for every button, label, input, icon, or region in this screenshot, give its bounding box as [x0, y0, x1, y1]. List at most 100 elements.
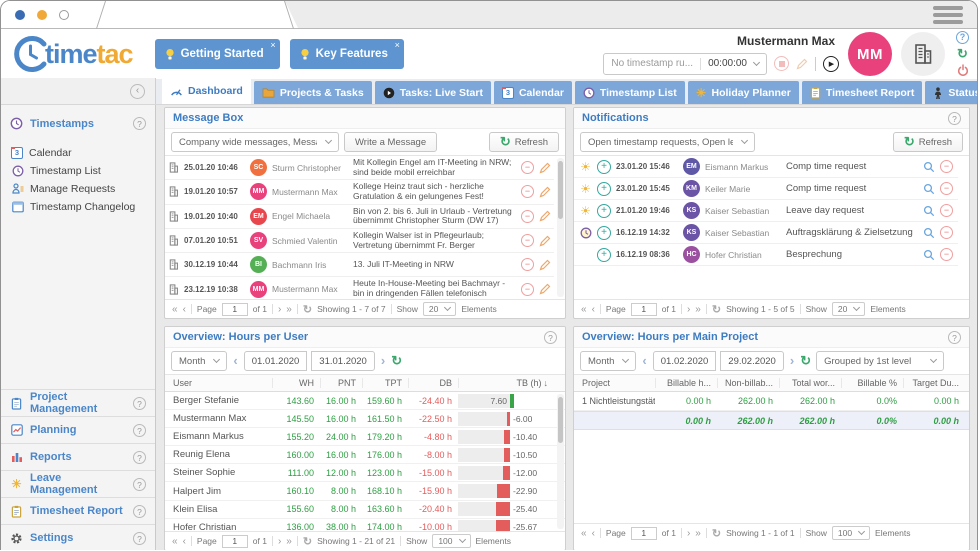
column-wh[interactable]: WH	[272, 378, 320, 388]
table-row[interactable]: Reunig Elena 160.00 16.00 h 176.00 h -8.…	[165, 446, 565, 464]
collapse-sidebar-icon[interactable]: ‹	[130, 84, 145, 99]
company-account-button[interactable]	[901, 32, 945, 76]
tab-calendar[interactable]: 3 Calendar	[494, 81, 572, 104]
dismiss-notification-icon[interactable]: −	[940, 226, 953, 239]
table-row[interactable]: Mustermann Max 145.50 16.00 h 161.50 h -…	[165, 410, 565, 428]
page-size-select[interactable]: 20	[423, 302, 456, 316]
message-row[interactable]: 30.12.19 10:44 BI Bachmann Iris 13. Juli…	[165, 253, 554, 277]
prev-page-icon[interactable]: ‹	[592, 304, 595, 315]
help-icon[interactable]: ?	[133, 505, 146, 518]
close-icon[interactable]: ×	[270, 40, 275, 50]
sidebar-item-manage-requests[interactable]: Manage Requests	[11, 180, 155, 197]
delete-message-icon[interactable]: −	[521, 185, 534, 198]
date-from[interactable]: 01.02.2020	[653, 351, 717, 371]
help-icon[interactable]: ?	[133, 532, 146, 545]
help-icon[interactable]: ?	[133, 478, 146, 491]
delete-message-icon[interactable]: −	[521, 161, 534, 174]
notification-row[interactable]: + 16.12.19 14:32 KS Kaiser Sebastian Auf…	[574, 222, 958, 244]
last-page-icon[interactable]: »	[695, 304, 701, 315]
date-to[interactable]: 29.02.2020	[720, 351, 784, 371]
period-mode-select[interactable]: Month	[580, 351, 636, 371]
sidebar-section-timestamps[interactable]: Timestamps ?	[1, 110, 155, 137]
column-db[interactable]: DB	[408, 378, 458, 388]
table-row[interactable]: Halpert Jim 160.10 8.00 h 168.10 h -15.9…	[165, 482, 565, 500]
user-avatar[interactable]: MM	[848, 32, 892, 76]
view-request-icon[interactable]	[923, 205, 935, 217]
page-size-select[interactable]: 100	[832, 526, 870, 540]
view-request-icon[interactable]	[923, 161, 935, 173]
refresh-icon[interactable]: ↻	[303, 303, 312, 316]
page-size-select[interactable]: 100	[432, 534, 470, 548]
edit-message-icon[interactable]	[539, 259, 551, 271]
column-total-worked[interactable]: Total wor...	[779, 378, 841, 388]
page-input[interactable]	[222, 303, 248, 316]
refresh-icon[interactable]: ↻	[712, 303, 721, 316]
notification-row[interactable]: ☀ + 21.01.20 19:46 KS Kaiser Sebastian L…	[574, 200, 958, 222]
delete-message-icon[interactable]: −	[521, 258, 534, 271]
message-row[interactable]: 25.01.20 10:46 SC Sturm Christopher Mit …	[165, 156, 554, 180]
delete-message-icon[interactable]: −	[521, 234, 534, 247]
delete-message-icon[interactable]: −	[521, 283, 534, 296]
refresh-button[interactable]: ↻Refresh	[489, 132, 559, 152]
message-row[interactable]: 23.12.19 10:38 MM Mustermann Max Heute I…	[165, 277, 554, 299]
help-icon[interactable]: ?	[956, 31, 969, 44]
edit-message-icon[interactable]	[539, 186, 551, 198]
refresh-icon[interactable]: ↻	[712, 527, 721, 540]
prev-period-icon[interactable]: ‹	[641, 352, 647, 370]
sidebar-section-project-management[interactable]: Project Management ?	[1, 389, 155, 416]
dismiss-notification-icon[interactable]: −	[940, 204, 953, 217]
hamburger-menu-icon[interactable]	[933, 6, 963, 24]
date-to[interactable]: 31.01.2020	[311, 351, 375, 371]
column-tpt[interactable]: TPT	[362, 378, 408, 388]
sidebar-section-planning[interactable]: Planning ?	[1, 416, 155, 443]
prev-period-icon[interactable]: ‹	[232, 352, 238, 370]
start-timestamp-icon[interactable]: ▶	[823, 56, 839, 72]
power-icon[interactable]	[957, 64, 969, 77]
edit-timestamp-icon[interactable]	[796, 58, 808, 70]
write-message-button[interactable]: Write a Message	[344, 132, 437, 152]
sidebar-item-timestamp-list[interactable]: Timestamp List	[11, 162, 155, 179]
timestamp-widget[interactable]: No timestamp ru... 00:00:00	[603, 53, 767, 75]
notification-row[interactable]: + 16.12.19 08:36 HC Hofer Christian Besp…	[574, 244, 958, 266]
refresh-button[interactable]: ↻Refresh	[893, 132, 963, 152]
notification-row[interactable]: ☀ + 23.01.20 15:45 KM Keiler Marie Comp …	[574, 178, 958, 200]
scrollbar[interactable]	[557, 394, 564, 529]
window-dot-blue-icon[interactable]	[15, 10, 25, 20]
next-page-icon[interactable]: ›	[687, 528, 690, 539]
message-row[interactable]: 19.01.20 10:40 EM Engel Michaela Bin von…	[165, 205, 554, 229]
table-row[interactable]: Eismann Markus 155.20 24.00 h 179.20 h -…	[165, 428, 565, 446]
message-filter-select[interactable]: Company wide messages, Message:	[171, 132, 339, 152]
view-request-icon[interactable]	[923, 183, 935, 195]
edit-message-icon[interactable]	[539, 283, 551, 295]
refresh-icon[interactable]: ↻	[391, 355, 402, 367]
plus-circle-icon[interactable]: +	[597, 182, 611, 196]
prev-page-icon[interactable]: ‹	[183, 304, 186, 315]
page-size-select[interactable]: 20	[832, 302, 865, 316]
date-from[interactable]: 01.01.2020	[244, 351, 308, 371]
next-page-icon[interactable]: ›	[278, 536, 281, 547]
dismiss-notification-icon[interactable]: −	[940, 160, 953, 173]
page-input[interactable]	[631, 527, 657, 540]
column-project[interactable]: Project	[574, 378, 655, 388]
help-icon[interactable]: ?	[133, 424, 146, 437]
plus-circle-icon[interactable]: +	[597, 226, 611, 240]
tab-timestamp-list[interactable]: Timestamp List	[575, 81, 685, 104]
notification-filter-select[interactable]: Open timestamp requests, Open le...	[580, 132, 755, 152]
prev-page-icon[interactable]: ‹	[592, 528, 595, 539]
column-tb[interactable]: TB (h)	[516, 378, 541, 388]
page-input[interactable]	[631, 303, 657, 316]
next-period-icon[interactable]: ›	[380, 352, 386, 370]
first-page-icon[interactable]: «	[581, 304, 587, 315]
table-row[interactable]: Steiner Sophie 111.00 12.00 h 123.00 h -…	[165, 464, 565, 482]
plus-circle-icon[interactable]: +	[597, 248, 611, 262]
help-icon[interactable]: ?	[948, 331, 961, 344]
chevron-down-icon[interactable]	[753, 58, 760, 65]
view-request-icon[interactable]	[923, 249, 935, 261]
dismiss-notification-icon[interactable]: −	[940, 248, 953, 261]
delete-message-icon[interactable]: −	[521, 210, 534, 223]
tab-status-overview[interactable]: Status Overview	[925, 81, 978, 104]
tab-dashboard[interactable]: Dashboard	[162, 78, 251, 104]
close-icon[interactable]: ×	[395, 40, 400, 50]
edit-message-icon[interactable]	[539, 235, 551, 247]
quicktab-key-features[interactable]: Key Features ×	[290, 39, 404, 69]
